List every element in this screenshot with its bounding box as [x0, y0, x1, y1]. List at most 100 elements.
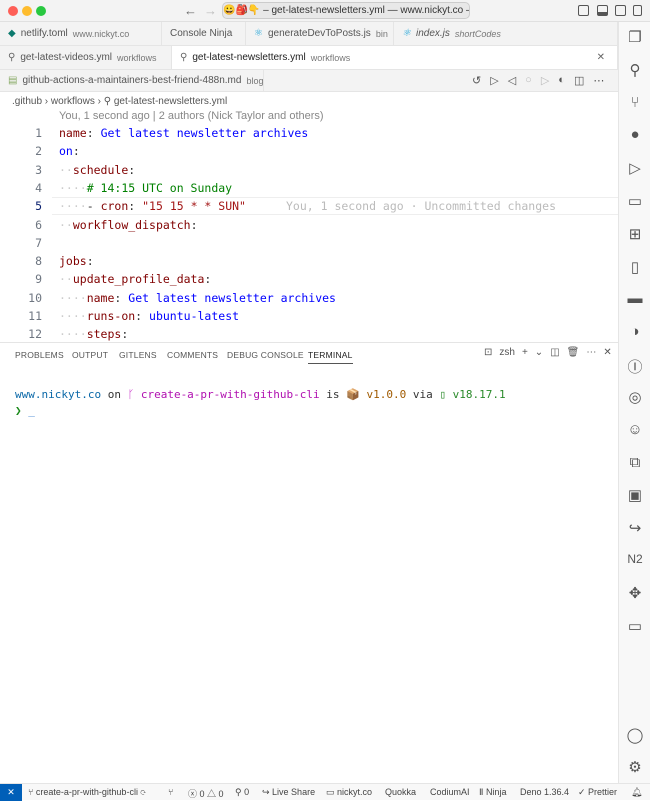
minimize-window-button[interactable] [22, 6, 32, 16]
breadcrumb-item[interactable]: workflows [51, 96, 95, 107]
panel-tab-gitlens[interactable]: GITLENS [119, 350, 157, 360]
yaml-key: jobs [59, 254, 87, 269]
breadcrumb-item[interactable]: .github [12, 96, 42, 107]
editor-actions: ↺ ▷ ◁ ○ ▷ ◐ ◫ ⋯ [472, 74, 604, 87]
explorer-icon[interactable]: ❐ [619, 28, 650, 46]
diagram-icon[interactable]: ⧉ [619, 454, 650, 471]
folder-icon[interactable]: ▬ [619, 290, 650, 307]
toggle-sidebar-icon[interactable] [578, 5, 589, 16]
panel-tab-terminal[interactable]: TERMINAL [308, 350, 353, 364]
command-center[interactable]: 😀🎒👇 – get-latest-newsletters.yml — www.n… [222, 2, 470, 19]
workspace-status[interactable]: ▭ nickyt.co [326, 787, 372, 798]
terminal-text: is [326, 388, 340, 401]
panel-tab-comments[interactable]: COMMENTS [167, 350, 218, 360]
gear-icon[interactable]: ⚙ [619, 758, 650, 776]
git-workflow-icon: ⚲ [180, 52, 188, 63]
more-actions-icon[interactable]: ⋯ [593, 74, 604, 87]
gitlens-codelens[interactable]: You, 1 second ago | 2 authors (Nick Tayl… [59, 110, 324, 122]
run-debug-icon[interactable]: ▷ [619, 159, 650, 177]
toggle-panel-icon[interactable] [597, 5, 608, 16]
toggle-icon[interactable]: ◑ [619, 323, 650, 340]
code-line: ····# 14:15 UTC on Sunday [59, 180, 233, 195]
source-control-icon[interactable]: ⑂ [619, 94, 650, 111]
forward-arrow-icon[interactable]: → [204, 3, 217, 18]
title-bar: ← → 😀🎒👇 – get-latest-newsletters.yml — w… [0, 0, 650, 22]
prettier-status[interactable]: ✓ Prettier [578, 787, 617, 798]
trash-icon[interactable]: 🗑 [567, 347, 580, 358]
search-icon[interactable]: ⚲ [619, 61, 650, 79]
tab-netlify-toml[interactable]: ◆ netlify.toml www.nickyt.co [0, 22, 162, 45]
toggle-secondary-sidebar-icon[interactable] [615, 5, 626, 16]
remote-explorer-icon[interactable]: ▭ [619, 192, 650, 210]
split-terminal-icon[interactable]: ◫ [550, 347, 559, 358]
code-line: ····name: Get latest newsletter archives [59, 290, 336, 305]
panel-tab-debug-console[interactable]: DEBUG CONSOLE [227, 350, 304, 360]
account-icon[interactable]: ◯ [619, 726, 650, 744]
maximize-window-button[interactable] [36, 6, 46, 16]
open-changes-icon[interactable]: ○ [525, 74, 532, 87]
ports-status[interactable]: ⚲ 0 [235, 787, 249, 798]
codiumai-status[interactable]: CodiumAI [430, 787, 470, 797]
tab-generate-dev-to-posts[interactable]: ⚛ generateDevToPosts.js bin [246, 22, 394, 45]
back-arrow-icon[interactable]: ← [184, 3, 197, 18]
live-share-icon[interactable]: ↪ [619, 519, 650, 537]
previous-change-icon[interactable]: ◁ [508, 74, 516, 87]
pull-request-icon[interactable]: Ⓘ [619, 356, 650, 377]
tab-markdown-post[interactable]: ▤ github-actions-a-maintainers-best-frien… [0, 70, 264, 91]
remote-indicator-icon[interactable]: ✕ [0, 784, 22, 801]
yaml-key: name [86, 290, 115, 305]
comments-icon[interactable]: ▭ [619, 617, 650, 635]
branch-status[interactable]: ⑂ create-a-pr-with-github-cli ⟳ [28, 787, 146, 797]
github-icon[interactable]: ● [619, 126, 650, 143]
bookmark-icon[interactable]: ▯ [619, 258, 650, 276]
copilot-icon[interactable]: ☺ [619, 421, 650, 438]
customize-layout-icon[interactable] [633, 5, 642, 16]
timeline-history-icon[interactable]: ↺ [472, 74, 481, 87]
git-workflow-icon: ⚲ [8, 52, 16, 63]
terminal-prompt[interactable]: ❯ _ [15, 404, 35, 417]
code-line: ····steps: [59, 327, 129, 342]
breadcrumb-item[interactable]: get-latest-newsletters.yml [114, 96, 227, 107]
yaml-key: on [59, 144, 73, 159]
line-number: 7 [35, 235, 42, 250]
extensions-icon[interactable]: ⊞ [619, 225, 650, 243]
new-terminal-icon[interactable]: + [522, 347, 528, 358]
package-icon: 📦 [346, 388, 360, 401]
terminal-output-line: www.nickyt.co on ᚴ create-a-pr-with-gith… [15, 388, 506, 401]
markdown-icon: ▤ [8, 75, 18, 86]
deno-status[interactable]: Deno 1.36.4 [520, 787, 569, 797]
line-number: 2 [35, 144, 42, 159]
n2-icon[interactable]: N2 [619, 552, 650, 566]
split-editor-icon[interactable]: ◫ [574, 74, 584, 87]
chevron-down-icon[interactable]: ⌄ [535, 347, 543, 358]
yaml-string: "15 15 * * SUN" [142, 199, 246, 214]
shell-name[interactable]: zsh [499, 347, 515, 358]
tab-get-latest-videos[interactable]: ⚲ get-latest-videos.yml workflows [0, 46, 172, 69]
gitlens-inspect-icon[interactable]: ◎ [619, 388, 650, 406]
line-number: 3 [35, 162, 42, 177]
tab-index-js[interactable]: ⚛ index.js shortCodes [394, 22, 618, 45]
quokka-status[interactable]: Quokka [385, 787, 416, 797]
close-panel-icon[interactable]: ✕ [603, 347, 611, 358]
run-icon[interactable]: ▷ [490, 74, 498, 87]
next-change-icon[interactable]: ▷ [541, 74, 549, 87]
tab-console-ninja[interactable]: Console Ninja [162, 22, 246, 45]
close-window-button[interactable] [8, 6, 18, 16]
pr-icon[interactable]: ⑂ [168, 787, 173, 797]
tab-get-latest-newsletters[interactable]: ⚲ get-latest-newsletters.yml workflows ✕ [172, 46, 618, 69]
settings-sync-icon[interactable]: ▣ [619, 486, 650, 504]
panel-tab-output[interactable]: OUTPUT [72, 350, 108, 360]
live-share-status[interactable]: ↪ Live Share [262, 787, 315, 798]
close-tab-icon[interactable]: ✕ [597, 52, 605, 63]
tab-desc: shortCodes [454, 28, 501, 39]
line-number: 5 [35, 199, 42, 214]
figma-icon[interactable]: ✥ [619, 584, 650, 602]
node-icon: ▯ [439, 388, 446, 401]
problems-status[interactable]: ⓧ 0 △ 0 [188, 787, 224, 800]
panel-tab-problems[interactable]: PROBLEMS [15, 350, 64, 360]
yaml-value: Get latest newsletter archives [128, 290, 336, 305]
gitlens-icon[interactable]: ◐ [558, 74, 565, 87]
more-actions-icon[interactable]: ⋯ [586, 347, 596, 358]
ninja-status[interactable]: Ⅱ Ninja [479, 787, 506, 798]
notifications-bell-icon[interactable]: 🔔︎ [631, 787, 642, 798]
